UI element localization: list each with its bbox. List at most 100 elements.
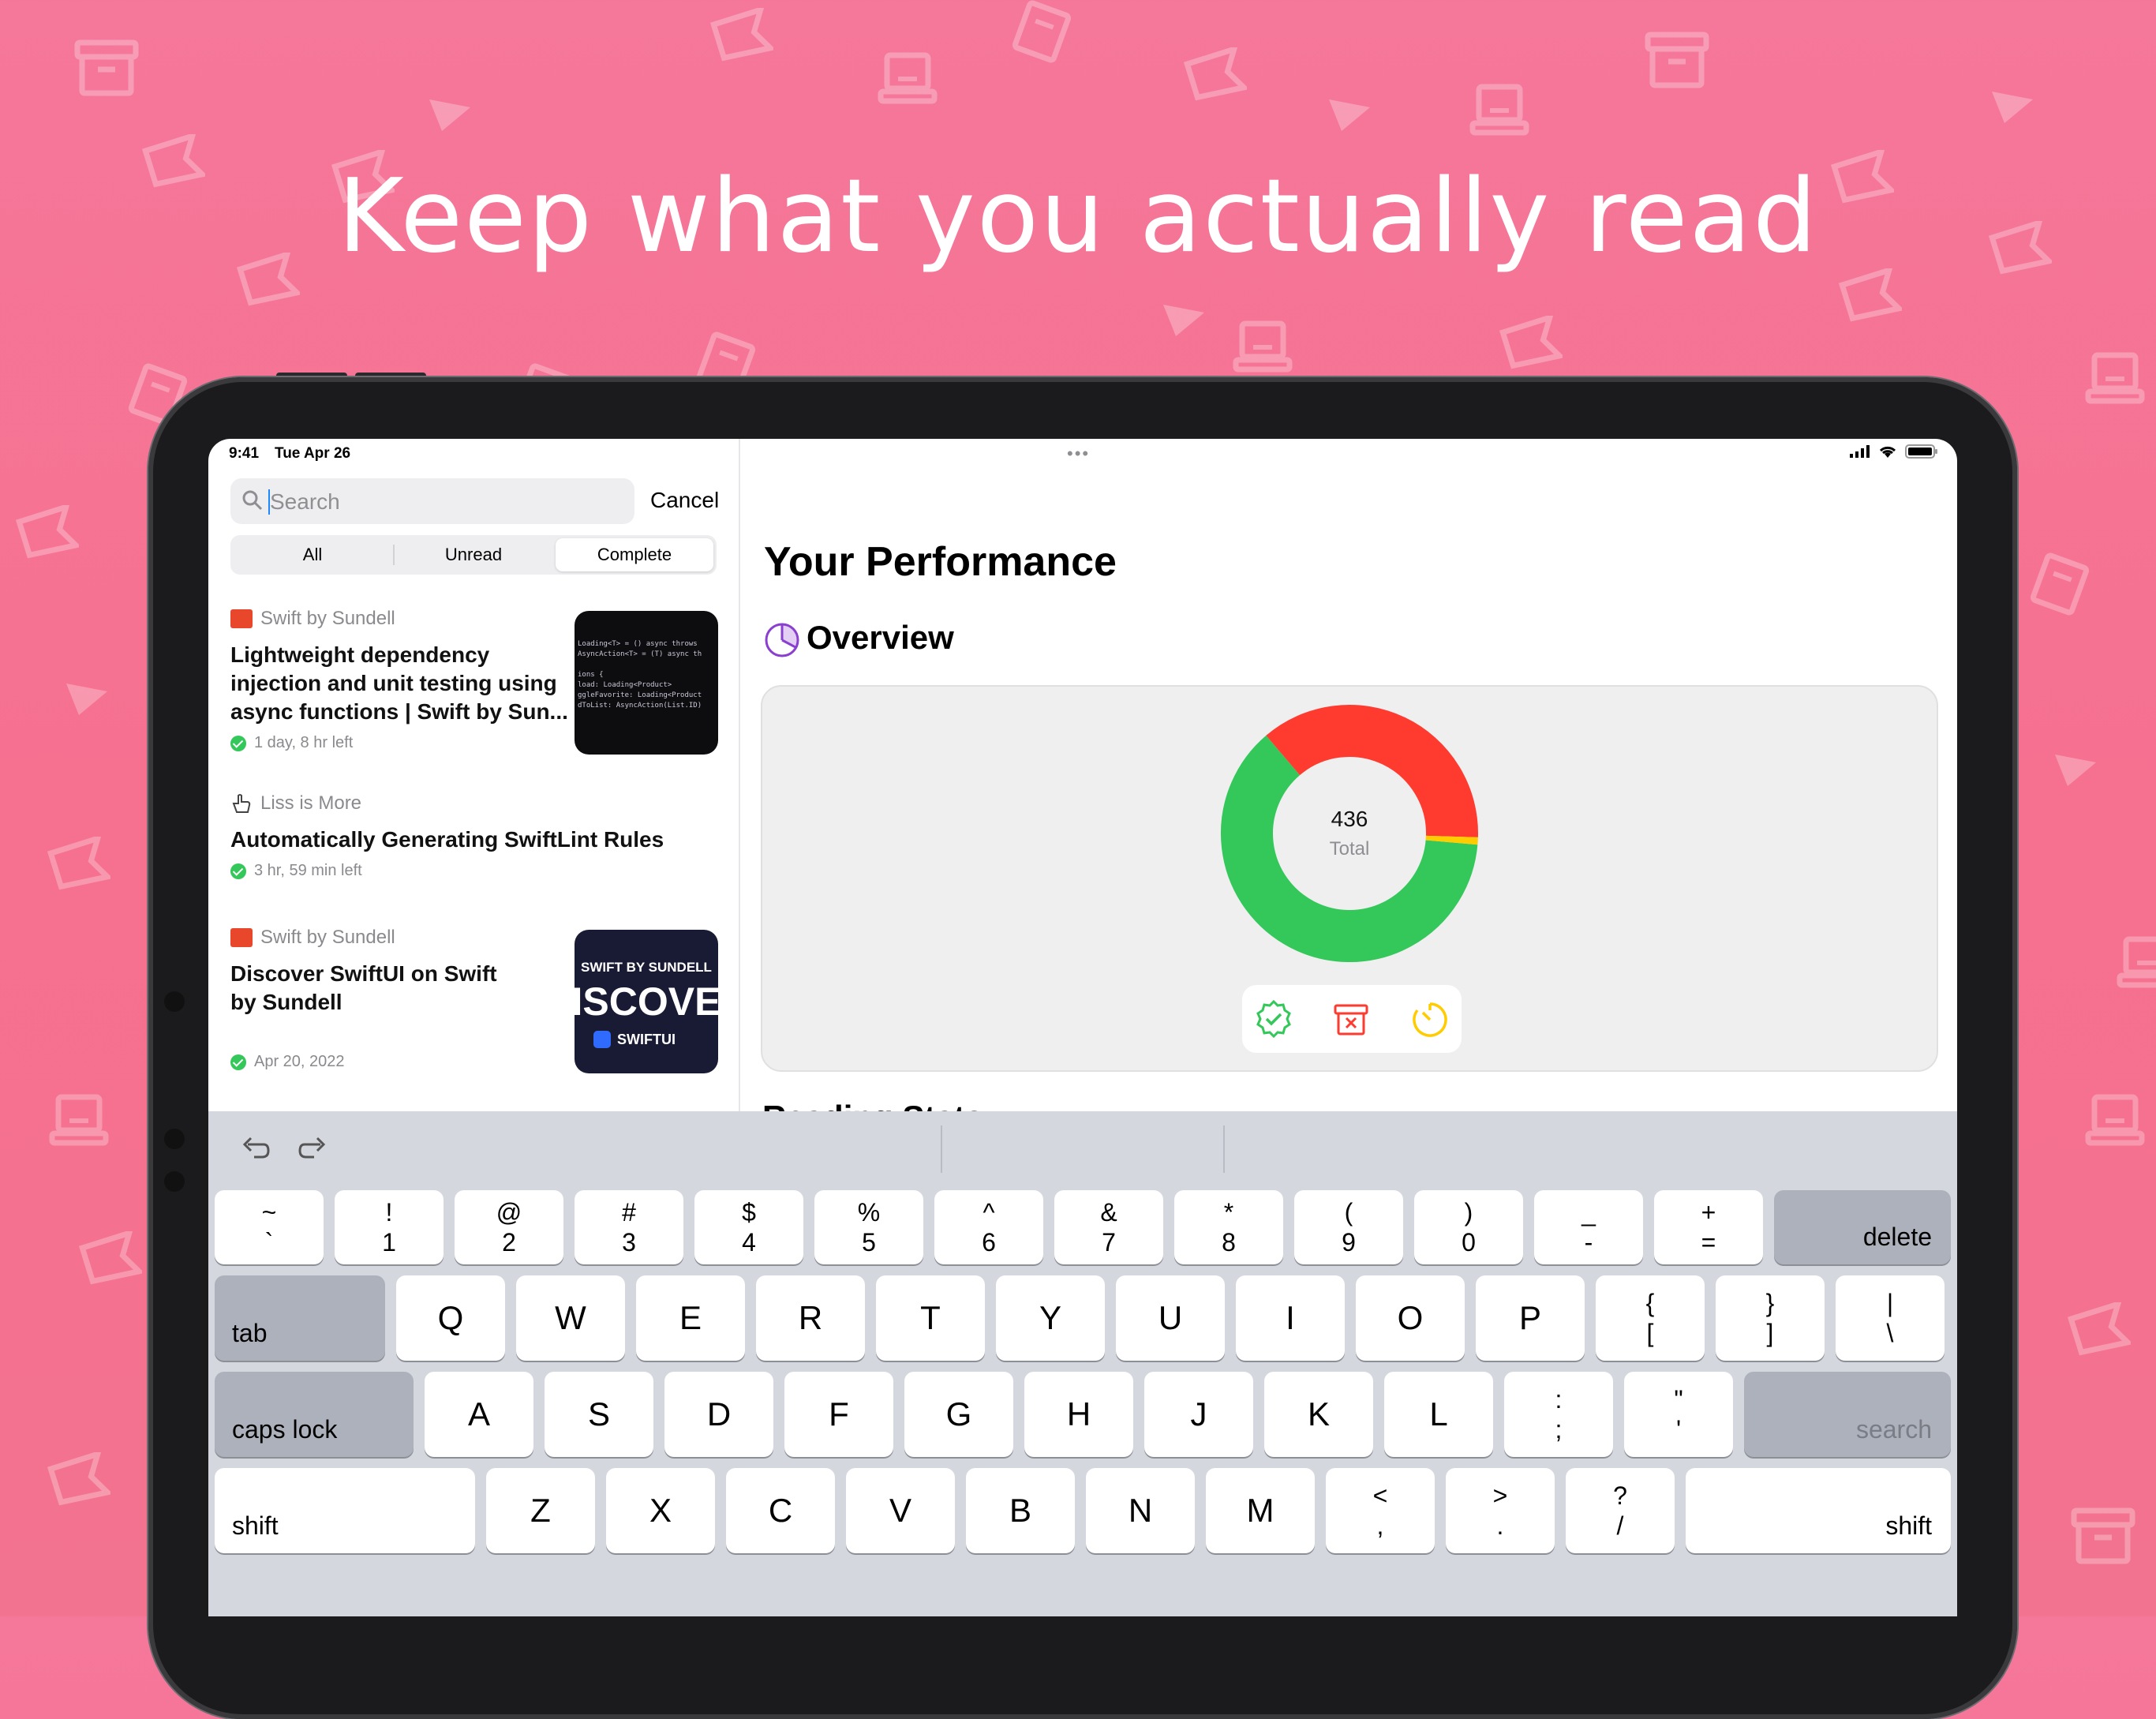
laptop-pattern-icon [2083,1089,2147,1152]
tri-pattern-icon [1160,300,1207,339]
key-=[interactable]: += [1654,1190,1763,1264]
key-0[interactable]: )0 [1414,1190,1523,1264]
key-label: ; [1555,1414,1563,1444]
key-b[interactable]: B [966,1468,1075,1553]
undo-icon[interactable] [240,1135,271,1163]
key-shift-label: + [1701,1197,1716,1227]
key-i[interactable]: I [1236,1275,1345,1361]
key-label: U [1158,1299,1182,1337]
key-bracket-2[interactable]: |\ [1836,1275,1945,1361]
caps-lock-key[interactable]: caps lock [215,1372,414,1457]
key-punct-1[interactable]: "' [1624,1372,1733,1457]
key-3[interactable]: #3 [575,1190,683,1264]
tri-pattern-icon [2052,750,2099,789]
key-shift-label: ~ [262,1197,277,1227]
key-n[interactable]: N [1086,1468,1195,1553]
key-5[interactable]: %5 [814,1190,923,1264]
key-u[interactable]: U [1116,1275,1225,1361]
segment-unread[interactable]: Unread [395,538,552,571]
key-t[interactable]: T [876,1275,985,1361]
time-left: 3 hr, 59 min left [254,862,362,880]
key-label: K [1308,1395,1330,1433]
key-a[interactable]: A [425,1372,533,1457]
key-1[interactable]: !1 [335,1190,444,1264]
key--[interactable]: _- [1534,1190,1643,1264]
shift-right-key[interactable]: shift [1686,1468,1951,1553]
completed-badge-icon[interactable] [1253,999,1294,1040]
expired-timer-icon[interactable] [1409,999,1450,1040]
key-label: X [649,1492,672,1530]
search-key[interactable]: search [1744,1372,1951,1457]
key-4[interactable]: $4 [694,1190,803,1264]
book-pattern-icon [1010,0,1073,63]
key-2[interactable]: @2 [455,1190,563,1264]
key-bracket-1[interactable]: }] [1716,1275,1825,1361]
key-z[interactable]: Z [486,1468,595,1553]
key-label: shift [232,1511,279,1541]
key-s[interactable]: S [545,1372,653,1457]
key-f[interactable]: F [784,1372,893,1457]
time-left: 1 day, 8 hr left [254,734,353,752]
key-label: L [1429,1395,1447,1433]
key-h[interactable]: H [1024,1372,1133,1457]
key-shift-label: * [1224,1197,1233,1227]
search-field[interactable] [230,478,634,524]
key-bracket-0[interactable]: {[ [1596,1275,1705,1361]
list-item[interactable]: Liss is More Automatically Generating Sw… [230,792,736,880]
key-symbol-0[interactable]: <, [1326,1468,1435,1553]
thumb-bottom: SWIFTUI [593,1031,712,1048]
key-6[interactable]: ^6 [934,1190,1043,1264]
headline: Keep what you actually read [0,158,2156,275]
key-d[interactable]: D [664,1372,773,1457]
key-y[interactable]: Y [996,1275,1105,1361]
key-label: C [769,1492,792,1530]
key-g[interactable]: G [904,1372,1013,1457]
key-label: H [1067,1395,1091,1433]
key-p[interactable]: P [1476,1275,1585,1361]
flag-pattern-icon [79,1231,142,1286]
title-line: Automatically Generating SwiftLint Rules [230,826,736,854]
tab-key[interactable]: tab [215,1275,385,1361]
shift-left-key[interactable]: shift [215,1468,475,1553]
key-c[interactable]: C [726,1468,835,1553]
segment-all[interactable]: All [234,538,391,571]
donut-chart [762,687,1937,987]
key-label: 6 [982,1227,996,1257]
key-symbol-2[interactable]: ?/ [1566,1468,1675,1553]
key-9[interactable]: (9 [1294,1190,1403,1264]
key-o[interactable]: O [1356,1275,1465,1361]
key-punct-0[interactable]: :; [1504,1372,1613,1457]
key-8[interactable]: *8 [1174,1190,1283,1264]
key-7[interactable]: &7 [1054,1190,1163,1264]
key-q[interactable]: Q [396,1275,505,1361]
thumb-big-text: ISCOVE [575,979,718,1024]
key-label: G [946,1395,972,1433]
key-l[interactable]: L [1384,1372,1493,1457]
cancel-button[interactable]: Cancel [650,488,719,513]
key-w[interactable]: W [516,1275,625,1361]
deleted-archive-icon[interactable] [1331,999,1372,1040]
source-name: Swift by Sundell [260,608,395,630]
key-shift-label: > [1493,1481,1508,1511]
key-j[interactable]: J [1144,1372,1253,1457]
key-m[interactable]: M [1206,1468,1315,1553]
key-symbol-1[interactable]: >. [1446,1468,1555,1553]
key-shift-label: & [1100,1197,1117,1227]
key-label: E [679,1299,702,1337]
delete-key[interactable]: delete [1774,1190,1951,1264]
segment-complete[interactable]: Complete [556,538,713,571]
key-shift-label: @ [496,1197,522,1227]
sensor-dot [164,1171,185,1192]
key-`[interactable]: ~` [215,1190,324,1264]
box-pattern-icon [2068,1500,2139,1571]
key-x[interactable]: X [606,1468,715,1553]
key-v[interactable]: V [846,1468,955,1553]
key-k[interactable]: K [1264,1372,1373,1457]
redo-icon[interactable] [297,1135,328,1163]
suggestion-divider [1223,1125,1225,1173]
search-input[interactable] [268,483,619,521]
key-label: T [920,1299,941,1337]
key-r[interactable]: R [756,1275,865,1361]
key-label: O [1398,1299,1424,1337]
key-e[interactable]: E [636,1275,745,1361]
